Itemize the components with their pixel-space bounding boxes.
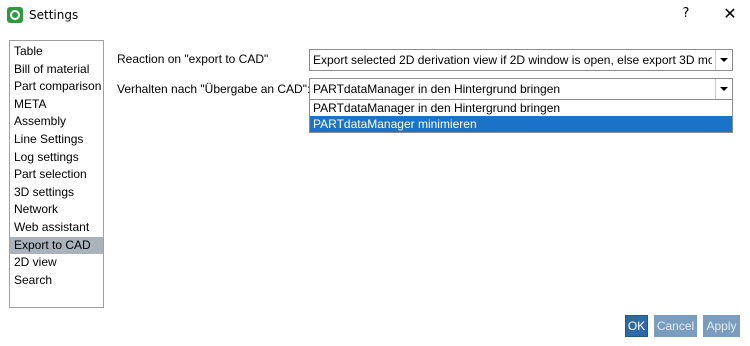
cancel-button[interactable]: Cancel [654,315,697,337]
settings-window: Settings ? ✕ Table Bill of material Part… [0,0,750,346]
help-button[interactable]: ? [676,4,696,24]
title-bar: Settings ? ✕ [0,0,750,30]
reaction-select[interactable]: Export selected 2D derivation view if 2D… [309,49,733,71]
nav-item-table[interactable]: Table [10,43,103,61]
nav-item-2d-view[interactable]: 2D view [10,254,103,272]
dropdown-option-hintergrund[interactable]: PARTdataManager in den Hintergrund bring… [310,100,732,116]
nav-item-web-assistant[interactable]: Web assistant [10,219,103,237]
nav-item-search[interactable]: Search [10,272,103,290]
chevron-down-icon[interactable] [715,50,732,70]
nav-item-assembly[interactable]: Assembly [10,113,103,131]
close-button[interactable]: ✕ [716,2,744,26]
verhalten-select[interactable]: PARTdataManager in den Hintergrund bring… [309,78,733,100]
reaction-label: Reaction on "export to CAD" [117,52,269,66]
nav-item-line-settings[interactable]: Line Settings [10,131,103,149]
nav-item-log-settings[interactable]: Log settings [10,149,103,167]
nav-item-part-comparison[interactable]: Part comparison [10,78,103,96]
verhalten-dropdown-list: PARTdataManager in den Hintergrund bring… [309,99,733,133]
verhalten-select-value: PARTdataManager in den Hintergrund bring… [313,82,561,96]
apply-button[interactable]: Apply [703,315,740,337]
app-icon [7,7,23,23]
nav-item-network[interactable]: Network [10,201,103,219]
nav-item-bill-of-material[interactable]: Bill of material [10,61,103,79]
reaction-select-value: Export selected 2D derivation view if 2D… [313,53,712,67]
ok-button[interactable]: OK [625,315,648,337]
window-title: Settings [29,8,79,22]
chevron-down-icon[interactable] [715,79,732,99]
nav-item-meta[interactable]: META [10,96,103,114]
settings-category-list: Table Bill of material Part comparison M… [9,40,104,308]
nav-item-part-selection[interactable]: Part selection [10,166,103,184]
nav-item-export-to-cad[interactable]: Export to CAD [10,236,103,255]
verhalten-label: Verhalten nach "Übergabe an CAD": [117,82,311,96]
dropdown-option-minimieren[interactable]: PARTdataManager minimieren [310,116,732,132]
nav-item-3d-settings[interactable]: 3D settings [10,184,103,202]
